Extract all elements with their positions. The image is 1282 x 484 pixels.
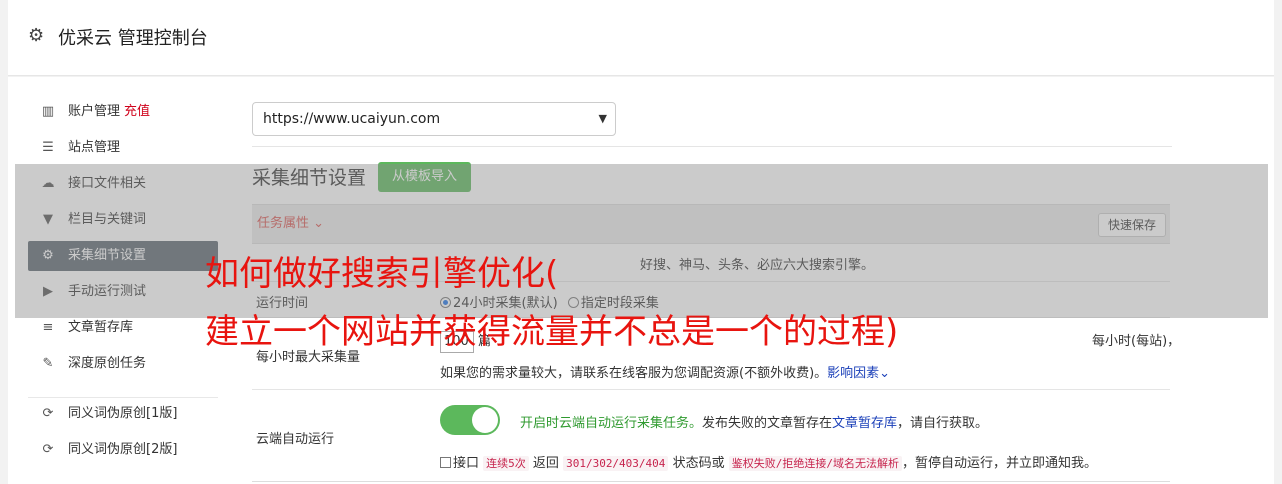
resource-note: 如果您的需求量较大，请联系在线客服为您调配资源(不额外收费)。 (440, 366, 828, 381)
cloud-run-toggle[interactable] (440, 405, 500, 435)
overlay-band (15, 164, 1268, 318)
factors-link[interactable]: 影响因素⌄ (827, 366, 890, 381)
sidebar-item-label: 深度原创任务 (68, 356, 147, 371)
max-collect-line2: 如果您的需求量较大，请联系在线客服为您调配资源(不额外收费)。影响因素⌄ (440, 362, 890, 381)
overlay-title-line2: 建立一个网站并获得流量并不总是一个的过程) (205, 312, 899, 352)
bar-chart-icon: ▥ (41, 104, 55, 119)
site-select-value: https://www.ucaiyun.com (263, 111, 441, 127)
divider (252, 146, 1172, 147)
article-store-link[interactable]: 文章暂存库 (832, 416, 897, 431)
refresh-icon: ⟳ (42, 406, 54, 421)
auto-pause-checkbox[interactable] (440, 457, 451, 468)
sidebar-item-label: 站点管理 (68, 140, 121, 155)
cloud-run-label: 云端自动运行 (256, 432, 335, 447)
sidebar-item-synonym-v2[interactable]: ⟳ 同义词伪原创[2版] (28, 435, 218, 465)
sidebar-item-account[interactable]: ▥ 账户管理 充值 (28, 97, 218, 127)
page-title: 优采云 管理控制台 (58, 28, 208, 49)
edit-icon: ✎ (42, 356, 54, 371)
recharge-link[interactable]: 充值 (124, 104, 150, 119)
refresh-icon: ⟳ (42, 442, 54, 457)
sidebar-item-deep-original[interactable]: ✎ 深度原创任务 (28, 349, 218, 379)
toggle-knob (472, 407, 498, 433)
chevron-down-icon: ▼ (598, 112, 607, 125)
pause-notify-text: ，暂停自动运行，并立即通知我。 (901, 456, 1097, 471)
sidebar-item-synonym-v1[interactable]: ⟳ 同义词伪原创[1版] (28, 399, 218, 429)
cloud-run-row: 云端自动运行 开启时云端自动运行采集任务。发布失败的文章暂存在文章暂存库，请自行… (252, 390, 1170, 482)
sidebar-item-sites[interactable]: ☰ 站点管理 (28, 133, 218, 163)
code-consecutive: 连续5次 (483, 456, 529, 471)
gear-icon: ⚙ (28, 25, 45, 46)
cloud-run-desc-end: ，请自行获取。 (897, 416, 989, 431)
sidebar-item-label: 文章暂存库 (68, 320, 134, 335)
sidebar-divider (28, 397, 218, 398)
code-errors: 鉴权失败/拒绝连接/域名无法解析 (728, 456, 902, 471)
status-text: 状态码或 (672, 456, 725, 471)
cloud-run-desc-mid: 发布失败的文章暂存在 (702, 416, 833, 431)
code-status: 301/302/403/404 (563, 456, 669, 471)
server-icon: ☰ (42, 140, 54, 155)
cloud-run-on-text: 开启时云端自动运行采集任务。 (520, 416, 703, 431)
cloud-run-desc: 开启时云端自动运行采集任务。发布失败的文章暂存在文章暂存库，请自行获取。 (520, 412, 988, 431)
auto-pause-label: 接口 (453, 456, 480, 471)
return-text: 返回 (532, 456, 559, 471)
sidebar-item-label: 同义词伪原创[1版] (68, 406, 178, 421)
auto-pause-rule: 接口 连续5次 返回 301/302/403/404 状态码或 鉴权失败/拒绝连… (440, 452, 1097, 471)
double-chevron-icon: ⌄ (879, 366, 891, 381)
site-select[interactable]: https://www.ucaiyun.com ▼ (252, 102, 616, 136)
sidebar-item-label: 同义词伪原创[2版] (68, 442, 178, 457)
per-hour-text: 每小时(每站)， (1092, 334, 1181, 349)
overlay-title-line1: 如何做好搜索引擎优化( (205, 254, 559, 294)
sidebar-item-label: 账户管理 (68, 104, 121, 119)
factors-link-label: 影响因素 (827, 366, 880, 381)
header-bar: ⚙ 优采云 管理控制台 (8, 0, 1274, 76)
